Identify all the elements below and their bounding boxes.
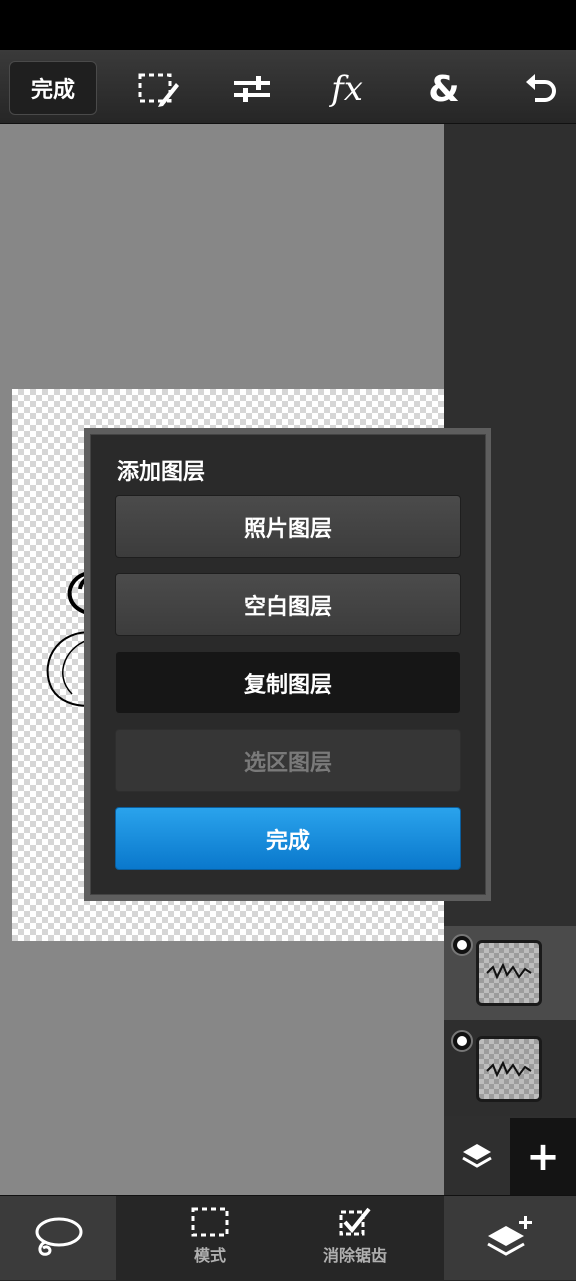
layers-icon [462,1143,492,1168]
layer-preview-icon [486,962,532,980]
antialias-label: 消除锯齿 [322,1246,387,1265]
adjust-sliders-icon[interactable] [225,62,279,116]
undo-icon[interactable] [514,62,568,116]
layers-stack-button[interactable] [444,1118,510,1195]
blank-layer-button[interactable]: 空白图层 [115,573,461,636]
dialog-title: 添加图层 [117,460,206,485]
antialias-icon [339,1207,371,1236]
add-layer-plus-button[interactable]: + [510,1118,576,1195]
photo-layer-button[interactable]: 照片图层 [115,495,461,558]
add-layer-menu-button[interactable] [444,1196,576,1280]
lasso-icon [35,1217,83,1256]
mode-label: 模式 [193,1246,226,1265]
antialias-tool-button[interactable]: 消除锯齿 [310,1206,400,1266]
duplicate-layer-button[interactable]: 复制图层 [115,651,461,714]
layers-add-icon [487,1216,532,1256]
lasso-tool-button[interactable] [0,1196,116,1280]
status-bar [0,0,576,50]
dialog-done-button[interactable]: 完成 [115,807,461,870]
layer-thumbnail[interactable] [476,1036,542,1102]
layer-visibility-radio[interactable] [451,934,473,956]
fx-icon[interactable]: fx [320,62,374,116]
layer-preview-icon [486,1060,532,1078]
layer-thumbnail[interactable] [476,940,542,1006]
selection-edit-icon[interactable] [131,62,185,116]
marquee-icon [191,1207,229,1237]
selection-layer-button: 选区图层 [115,729,461,792]
layer-visibility-radio[interactable] [451,1030,473,1052]
mode-tool-button[interactable]: 模式 [178,1206,242,1266]
ampersand-icon[interactable]: & [417,62,471,116]
done-button[interactable]: 完成 [9,61,97,115]
